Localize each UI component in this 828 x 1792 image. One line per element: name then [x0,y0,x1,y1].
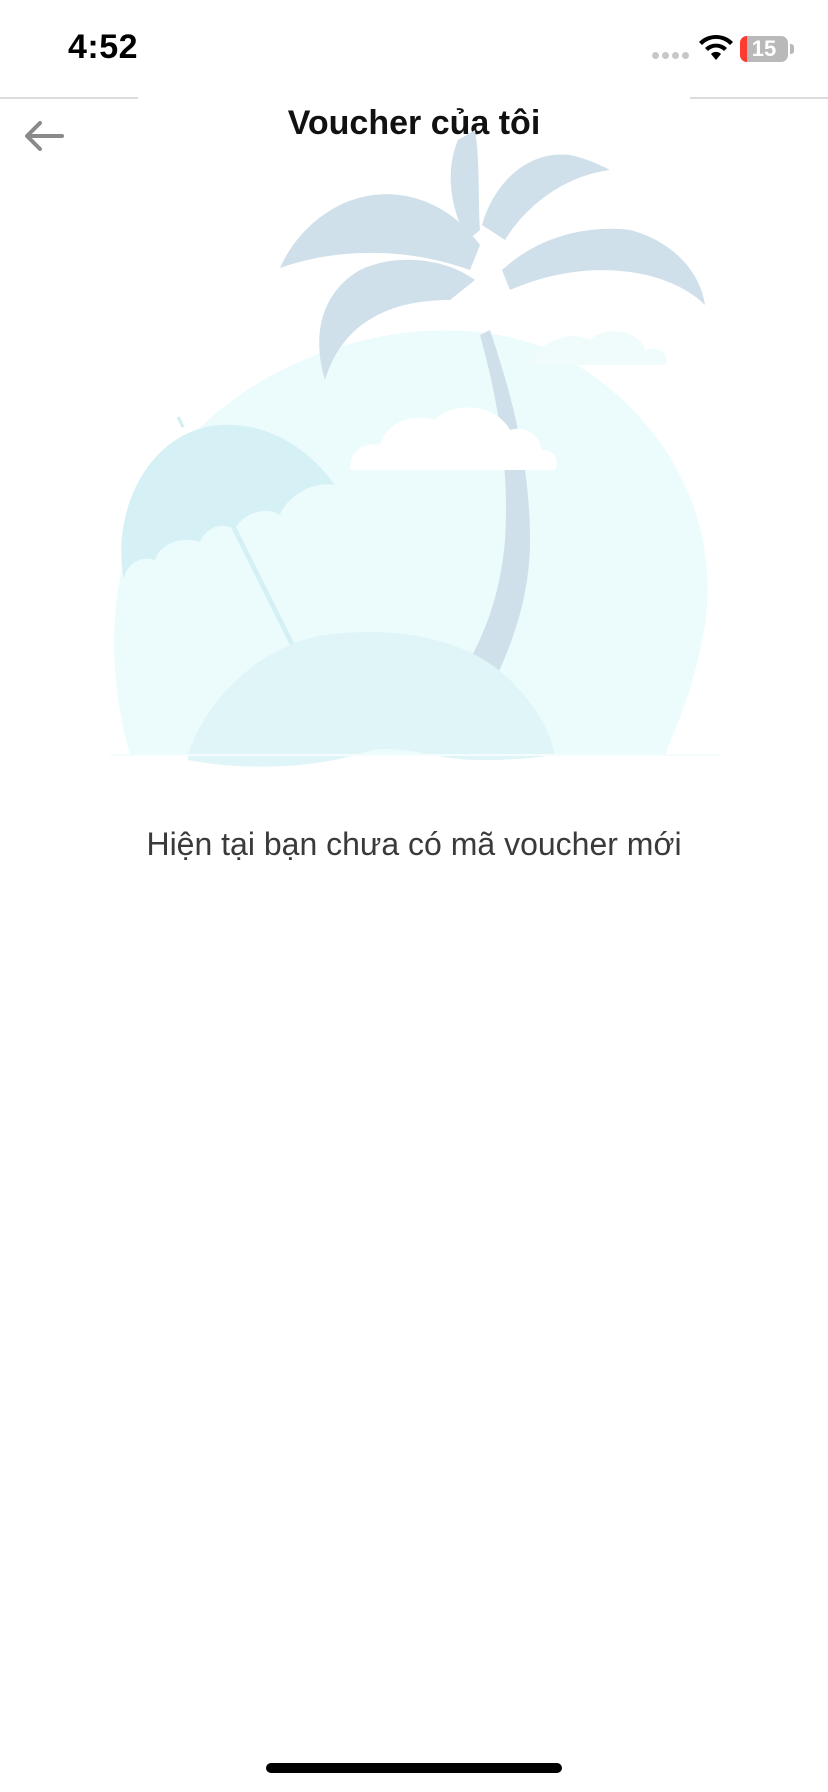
empty-state-message: Hiện tại bạn chưa có mã voucher mới [146,826,682,862]
umbrella-top-tip [176,416,185,428]
distant-cloud-shape [530,331,667,365]
palm-leaf-right [502,228,705,305]
beach-palm-tree-illustration [110,130,720,767]
header-divider-right [690,97,828,99]
status-bar: 4:52 15 [0,0,828,96]
header-divider-left [0,97,138,99]
palm-leaf-upper-right [482,154,610,240]
battery-cap [790,44,794,54]
wifi-icon [699,34,733,60]
palm-leaf-left [280,194,480,270]
status-time: 4:52 [68,28,139,66]
battery-icon: 15 [740,36,788,62]
signal-dots-icon [652,52,689,59]
home-indicator[interactable] [266,1763,562,1773]
battery-level: 15 [751,36,777,61]
